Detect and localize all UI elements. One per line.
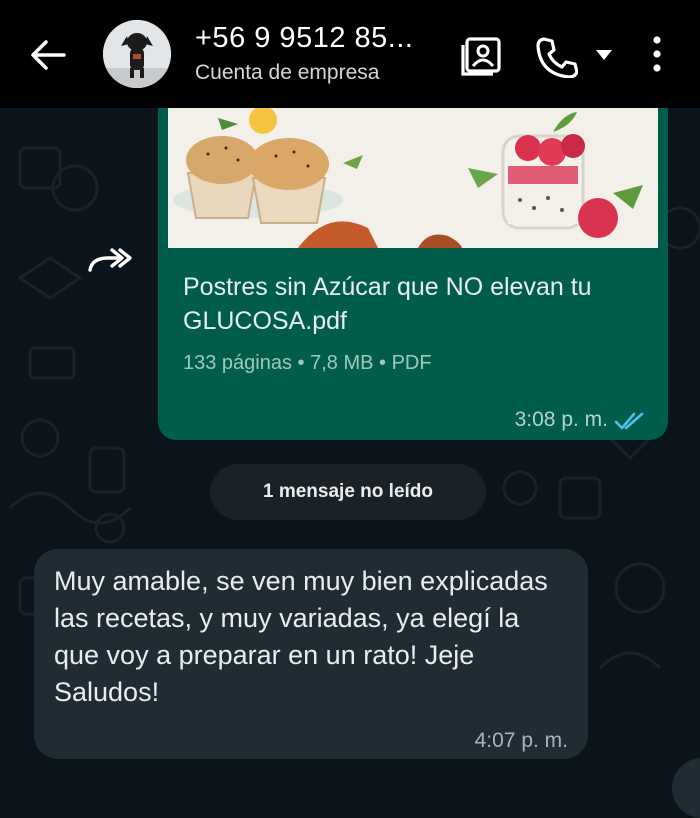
message-timestamp: 3:08 p. m. bbox=[514, 408, 608, 431]
document-file-name: Postres sin Azúcar que NO elevan tu GLUC… bbox=[183, 273, 592, 335]
message-text: Muy amable, se ven muy bien explicadas l… bbox=[54, 566, 548, 707]
pdf-thumbnail[interactable] bbox=[168, 108, 658, 248]
contact-avatar[interactable] bbox=[103, 20, 171, 88]
document-meta: 133 páginas • 7,8 MB • PDF bbox=[183, 352, 432, 374]
document-message-bubble[interactable]: Postres sin Azúcar que NO elevan tu GLUC… bbox=[158, 108, 668, 440]
contact-card-icon[interactable] bbox=[460, 36, 502, 76]
phone-icon[interactable] bbox=[534, 34, 578, 78]
back-arrow-icon[interactable] bbox=[26, 34, 68, 76]
caret-down-icon[interactable] bbox=[594, 48, 614, 62]
message-timestamp: 4:07 p. m. bbox=[474, 729, 568, 752]
dog-avatar-image bbox=[103, 20, 171, 88]
more-vert-icon[interactable] bbox=[648, 34, 666, 74]
desserts-thumbnail-image bbox=[168, 108, 658, 248]
read-receipt-icon bbox=[614, 412, 644, 430]
forward-icon[interactable] bbox=[86, 244, 132, 274]
chat-header: +56 9 9512 85... Cuenta de empresa bbox=[0, 0, 700, 108]
received-message-bubble[interactable]: Muy amable, se ven muy bien explicadas l… bbox=[34, 549, 588, 759]
contact-subtitle: Cuenta de empresa bbox=[195, 61, 380, 84]
contact-info[interactable]: +56 9 9512 85... Cuenta de empresa bbox=[195, 22, 413, 85]
unread-messages-banner: 1 mensaje no leído bbox=[210, 464, 486, 520]
contact-name: +56 9 9512 85... bbox=[195, 22, 414, 54]
